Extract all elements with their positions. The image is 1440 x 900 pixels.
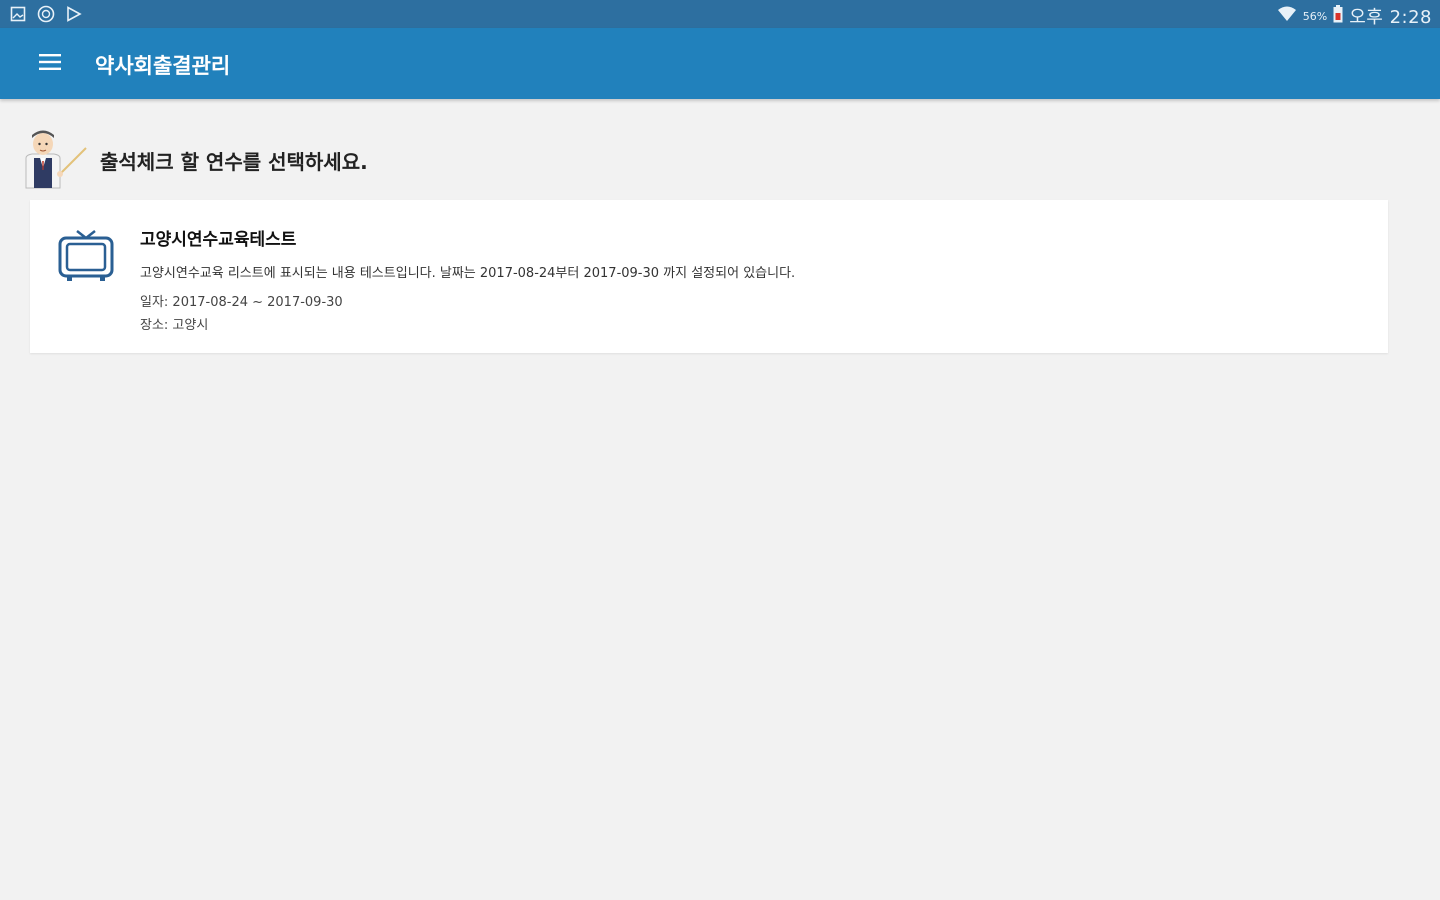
course-description: 고양시연수교육 리스트에 표시되는 내용 테스트입니다. 날짜는 2017-08… — [140, 266, 796, 281]
tv-icon — [57, 225, 115, 283]
instruction-text: 출석체크 할 연수를 선택하세요. — [100, 150, 368, 174]
app-title: 약사회출결관리 — [95, 54, 231, 78]
course-date: 일자: 2017-08-24 ~ 2017-09-30 — [140, 295, 343, 310]
hamburger-menu-icon — [39, 53, 61, 75]
status-bar: 56% 오후 2:28 — [0, 0, 1440, 28]
pharmacist-mascot-icon — [20, 128, 90, 190]
clock: 오후 2:28 — [1349, 7, 1432, 28]
wifi-icon — [1277, 5, 1297, 27]
app-bar: 약사회출결관리 — [0, 28, 1440, 99]
course-title: 고양시연수교육테스트 — [140, 230, 297, 250]
sync-icon — [36, 4, 56, 24]
status-bar-system: 56% 오후 2:28 — [1277, 3, 1432, 29]
course-list-item[interactable]: 고양시연수교육테스트 고양시연수교육 리스트에 표시되는 내용 테스트입니다. … — [30, 200, 1388, 353]
course-place: 장소: 고양시 — [140, 318, 209, 333]
instruction-row: 출석체크 할 연수를 선택하세요. — [20, 128, 620, 190]
status-bar-notifications — [8, 4, 84, 24]
menu-button[interactable] — [30, 44, 70, 84]
battery-icon — [1333, 5, 1343, 27]
battery-percent: 56% — [1302, 9, 1328, 23]
play-store-icon — [64, 4, 84, 24]
gallery-icon — [8, 4, 28, 24]
